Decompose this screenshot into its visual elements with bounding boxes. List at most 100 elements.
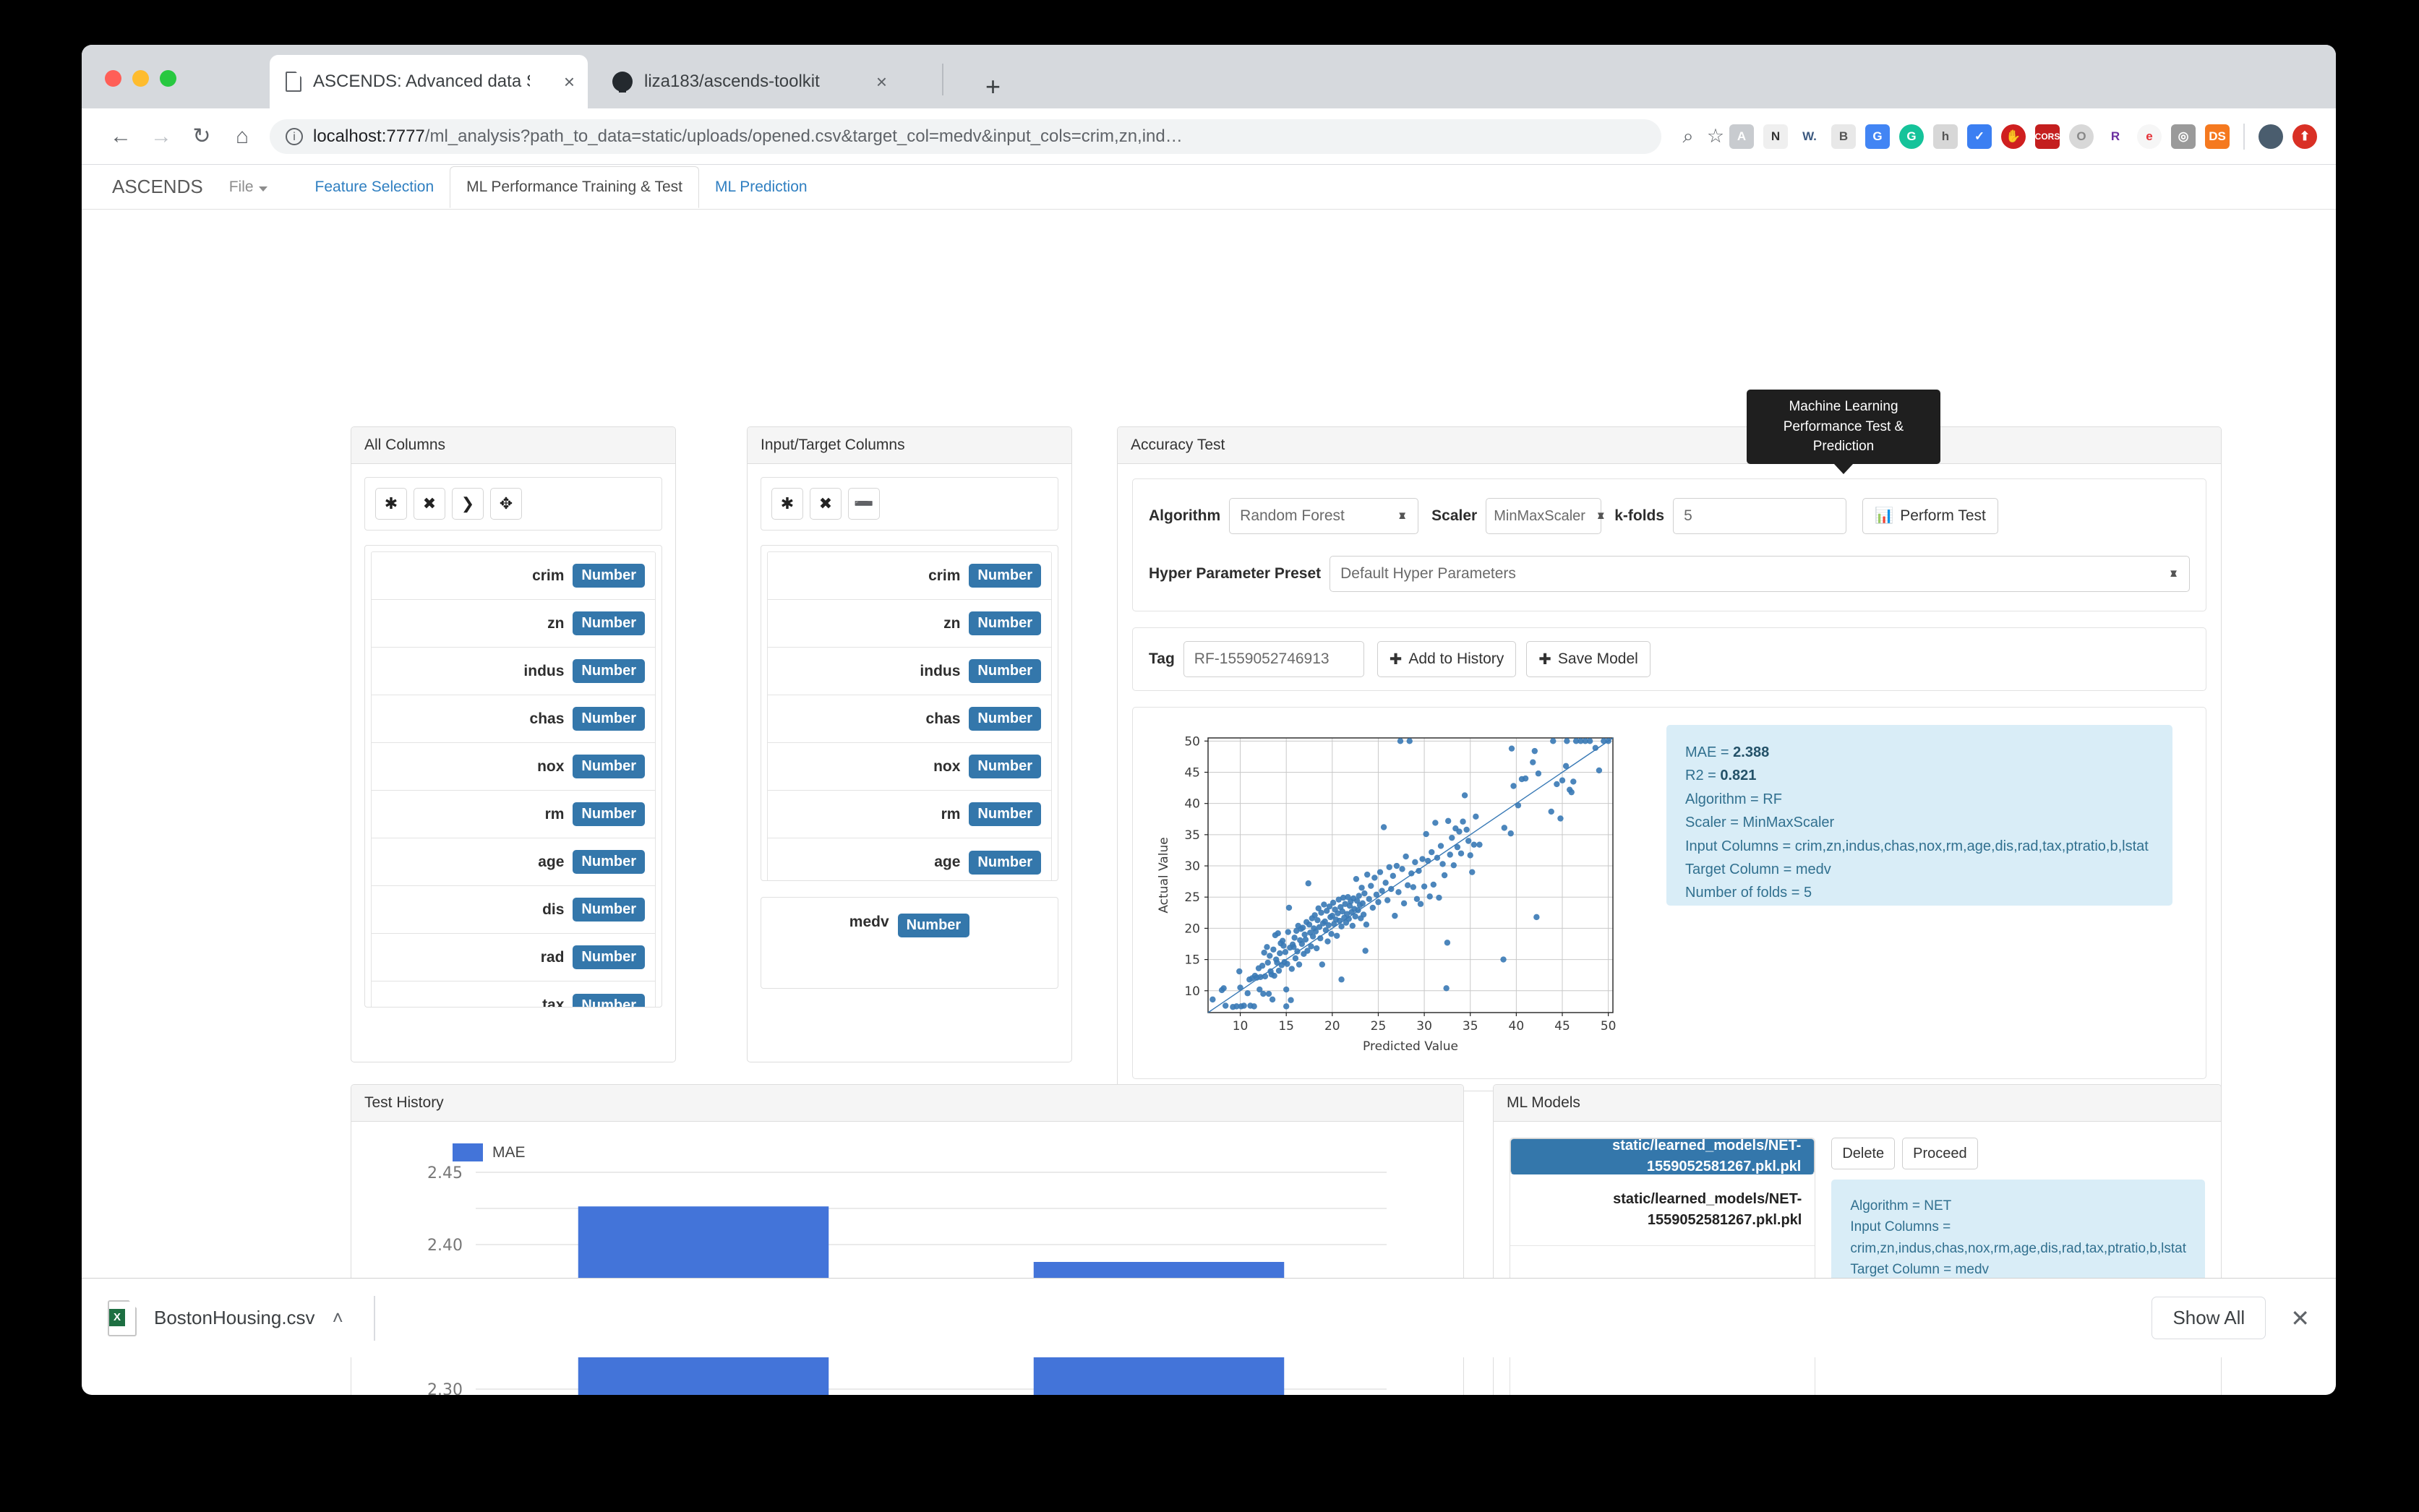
ublock-extension[interactable]: ✋ (2001, 124, 2026, 149)
all-columns-list-item[interactable]: indus Number (372, 648, 655, 695)
column-name: dis (542, 901, 565, 918)
notion-extension[interactable]: N (1763, 124, 1788, 149)
move-right-button[interactable]: ❯ (452, 488, 484, 520)
momentum-extension[interactable]: ◎ (2171, 124, 2196, 149)
tab-feature-selection[interactable]: Feature Selection (299, 166, 450, 208)
ebay-extension[interactable]: e (2137, 124, 2162, 149)
address-bar[interactable]: i localhost:7777/ml_analysis?path_to_dat… (270, 119, 1661, 154)
maximize-window-button[interactable] (160, 70, 176, 87)
back-icon[interactable]: ← (100, 124, 141, 149)
all-columns-list-item[interactable]: age Number (372, 838, 655, 886)
tab-ml-prediction[interactable]: ML Prediction (699, 166, 823, 208)
bookmark-star-icon[interactable]: ☆ (1702, 125, 1729, 147)
scatter-xtick: 35 (1463, 1019, 1478, 1034)
avatar[interactable] (2259, 124, 2283, 149)
target-column-box[interactable]: medv Number (761, 897, 1058, 989)
all-columns-list-item[interactable]: chas Number (372, 695, 655, 743)
perform-test-button[interactable]: 📊 Perform Test (1862, 498, 1998, 534)
bitly-extension[interactable]: B (1831, 124, 1856, 149)
deselect-all-button[interactable]: ✖ (414, 488, 445, 520)
column-type-badge: Number (573, 945, 645, 969)
all-columns-listbox[interactable]: crim Number zn Number indus Number chas Number n… (364, 545, 662, 1008)
move-target-button[interactable]: ✥ (490, 488, 522, 520)
document-icon (286, 72, 301, 92)
scaler-select[interactable]: MinMaxScaler ▲ ▼ (1486, 498, 1606, 534)
column-type-badge: Number (969, 659, 1041, 683)
grammarly-extension[interactable]: A (1729, 124, 1754, 149)
all-columns-panel: All Columns ✱ ✖ ❯ ✥ crim Number zn Number in… (351, 426, 676, 1062)
column-type-badge: Number (573, 993, 645, 1007)
folds-row: Number of folds = 5 (1685, 885, 1812, 901)
close-icon[interactable]: × (564, 71, 575, 93)
all-columns-list-item[interactable]: tax Number (372, 981, 655, 1007)
browser-tab-ascends[interactable]: ASCENDS: Advanced data SCiE × (270, 55, 588, 108)
minimize-window-button[interactable] (132, 70, 149, 87)
checkmark-extension[interactable]: ✓ (1967, 124, 1992, 149)
all-columns-list-item[interactable]: crim Number (372, 552, 655, 600)
scatter-ytick: 40 (1184, 797, 1200, 812)
honey-extension[interactable]: h (1933, 124, 1958, 149)
chevron-up-icon[interactable]: ˄ (333, 1307, 343, 1329)
kfolds-label: k-folds (1614, 507, 1665, 524)
deselect-all-button[interactable]: ✖ (810, 488, 842, 520)
input-columns-list-item[interactable]: chas Number (768, 695, 1051, 743)
input-columns-list-item[interactable]: zn Number (768, 600, 1051, 648)
all-columns-list-item[interactable]: zn Number (372, 600, 655, 648)
app-brand[interactable]: ASCENDS (112, 176, 203, 198)
forward-icon[interactable]: → (141, 124, 181, 149)
google-translate-extension[interactable]: G (1865, 124, 1890, 149)
close-icon[interactable]: × (876, 71, 887, 93)
delete-button[interactable]: Delete (1831, 1138, 1896, 1169)
all-columns-list-item[interactable]: dis Number (372, 886, 655, 934)
reload-icon[interactable]: ↻ (181, 124, 222, 149)
show-all-button[interactable]: Show All (2152, 1297, 2266, 1339)
url-host: localhost:7777 (313, 126, 425, 146)
legend-swatch-mae (453, 1143, 483, 1161)
hyper-parameter-select[interactable]: Default Hyper Parameters ▲ ▼ (1330, 556, 2190, 592)
add-to-history-button[interactable]: ✚ Add to History (1377, 641, 1517, 677)
tag-row-box: Tag RF-1559052746913 ✚ Add to History ✚ … (1132, 627, 2206, 691)
grammar-check-extension[interactable]: G (1899, 124, 1924, 149)
r-extension[interactable]: R (2103, 124, 2128, 149)
tag-input[interactable]: RF-1559052746913 (1183, 641, 1364, 677)
ml-model-list-item[interactable]: static/learned_models/NET-1559052581267.… (1510, 1174, 1815, 1246)
perform-test-label: Perform Test (1900, 507, 1986, 524)
input-columns-list-item[interactable]: rm Number (768, 791, 1051, 838)
column-name: nox (537, 757, 565, 775)
close-icon[interactable]: ✕ (2290, 1305, 2310, 1332)
browser-toolbar: ← → ↻ ⌂ i localhost:7777/ml_analysis?pat… (82, 108, 2336, 165)
datascience-extension[interactable]: DS (2205, 124, 2230, 149)
download-file-name: BostonHousing.csv (154, 1307, 315, 1328)
input-columns-listbox[interactable]: crim Number zn Number indus Number chas Number n… (761, 545, 1058, 881)
input-columns-list-item[interactable]: nox Number (768, 743, 1051, 791)
accuracy-results-box: 10 15 20 25 30 35 40 45 50 10 15 20 25 30 35 40 45 50 Pr… (1132, 707, 2206, 1079)
all-columns-list-item[interactable]: rm Number (372, 791, 655, 838)
browser-menu-icon[interactable]: ⬆ (2292, 124, 2317, 149)
input-columns-list-item[interactable]: age Number (768, 838, 1051, 880)
input-columns-list-item[interactable]: crim Number (768, 552, 1051, 600)
kfolds-input[interactable]: 5 (1673, 498, 1847, 534)
tab-ml-performance[interactable]: ML Performance Training & Test (450, 166, 699, 208)
remove-button[interactable]: ➖ (848, 488, 880, 520)
zoom-icon[interactable]: ⌕ (1674, 125, 1702, 148)
all-columns-list-item[interactable]: rad Number (372, 934, 655, 981)
all-columns-list-item[interactable]: nox Number (372, 743, 655, 791)
ml-model-list-item[interactable]: static/learned_models/NET-1559052581267.… (1510, 1138, 1815, 1174)
opera-extension[interactable]: O (2069, 124, 2094, 149)
column-name: nox (933, 757, 961, 775)
proceed-button[interactable]: Proceed (1902, 1138, 1978, 1169)
download-item[interactable]: X BostonHousing.csv ˄ (108, 1300, 343, 1336)
site-info-icon[interactable]: i (286, 127, 303, 145)
browser-tab-github[interactable]: liza183/ascends-toolkit × (596, 55, 900, 108)
close-window-button[interactable] (105, 70, 121, 87)
new-tab-button[interactable]: + (985, 74, 1001, 100)
home-icon[interactable]: ⌂ (222, 124, 262, 149)
wikiwand-extension[interactable]: W. (1797, 124, 1822, 149)
select-all-button[interactable]: ✱ (375, 488, 407, 520)
save-model-button[interactable]: ✚ Save Model (1526, 641, 1651, 677)
cors-extension[interactable]: CORS (2035, 124, 2060, 149)
file-menu[interactable]: File (229, 179, 267, 196)
algorithm-select[interactable]: Random Forest ▲ ▼ (1229, 498, 1419, 534)
input-columns-list-item[interactable]: indus Number (768, 648, 1051, 695)
select-all-button[interactable]: ✱ (771, 488, 803, 520)
